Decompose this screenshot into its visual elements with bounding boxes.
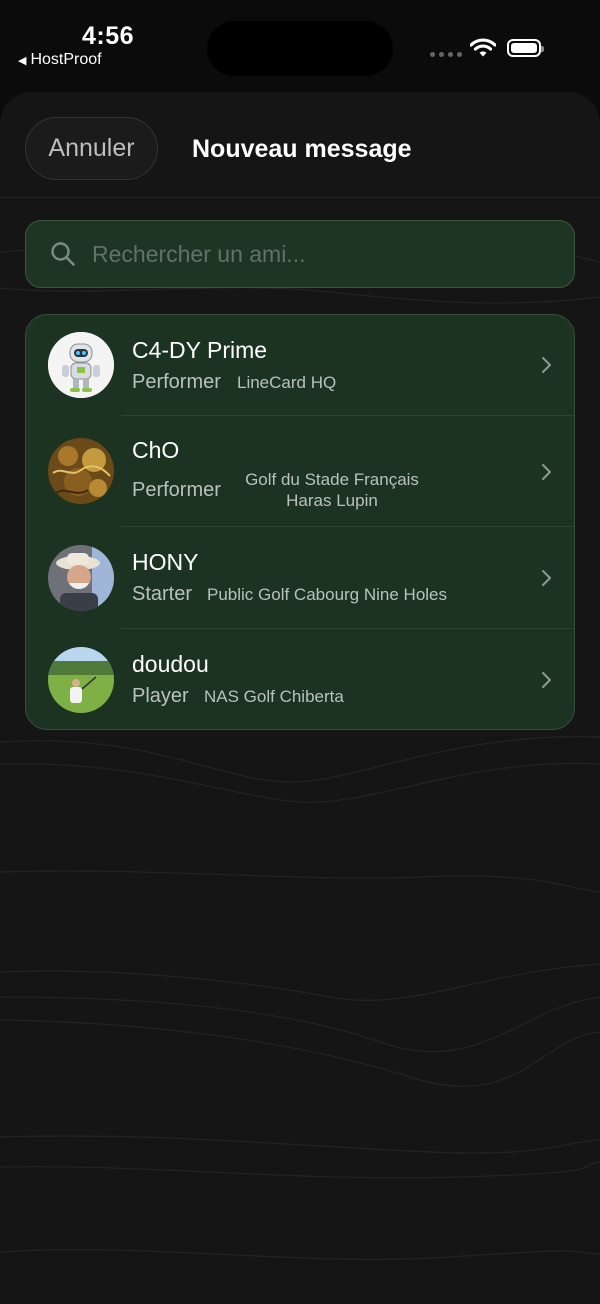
friend-row[interactable]: C4-DY Prime Performer LineCard HQ [26, 315, 574, 416]
status-time: 4:56 [82, 22, 135, 50]
friend-club: Public Golf Cabourg Nine Holes [207, 585, 448, 604]
avatar [48, 545, 114, 611]
friend-name: HONY [132, 549, 199, 575]
chevron-right-icon [542, 357, 551, 373]
chevron-right-icon [542, 672, 551, 688]
search-input[interactable] [90, 221, 554, 288]
friend-level: Player [132, 685, 189, 707]
friend-list: C4-DY Prime Performer LineCard HQ ChO Pe… [25, 314, 575, 730]
search-icon [51, 242, 75, 266]
friend-row[interactable]: ChO Performer Golf du Stade Français Har… [26, 416, 574, 527]
page-title: Nouveau message [192, 135, 412, 163]
friend-row[interactable]: doudou Player NAS Golf Chiberta [26, 629, 574, 729]
sheet-header: Annuler Nouveau message [0, 92, 600, 198]
back-to-app-link[interactable]: ◀ HostProof [18, 51, 102, 69]
wifi-icon [470, 38, 496, 57]
status-bar: 4:56 ◀ HostProof [0, 0, 600, 90]
cellular-signal-icon [430, 52, 462, 57]
friend-name: ChO [132, 437, 180, 463]
chevron-right-icon [542, 570, 551, 586]
friend-row[interactable]: HONY Starter Public Golf Cabourg Nine Ho… [26, 527, 574, 629]
robot-avatar-image [48, 332, 114, 398]
friend-club: Haras Lupin [286, 491, 378, 510]
friend-level: Starter [132, 583, 193, 605]
dynamic-island [207, 21, 393, 76]
back-app-label: HostProof [30, 51, 102, 68]
friend-club: LineCard HQ [237, 373, 337, 392]
cancel-button[interactable]: Annuler [25, 117, 158, 180]
friend-club: Golf du Stade Français [245, 470, 419, 489]
cat-painting-avatar-image [48, 438, 114, 504]
avatar [48, 438, 114, 504]
back-arrow-icon: ◀ [18, 54, 27, 67]
friend-level: Performer [132, 479, 221, 501]
friend-search-field[interactable] [25, 220, 575, 288]
avatar [48, 647, 114, 713]
battery-icon [507, 39, 544, 57]
friend-level: Performer [132, 371, 221, 393]
friend-name: C4-DY Prime [132, 337, 268, 363]
man-with-hat-avatar-image [48, 545, 114, 611]
friend-name: doudou [132, 651, 209, 677]
golfer-avatar-image [48, 647, 114, 713]
friend-club: NAS Golf Chiberta [204, 687, 344, 706]
new-message-sheet: Annuler Nouveau message Rechercher un am… [0, 92, 600, 1304]
chevron-right-icon [542, 464, 551, 480]
avatar [48, 332, 114, 398]
